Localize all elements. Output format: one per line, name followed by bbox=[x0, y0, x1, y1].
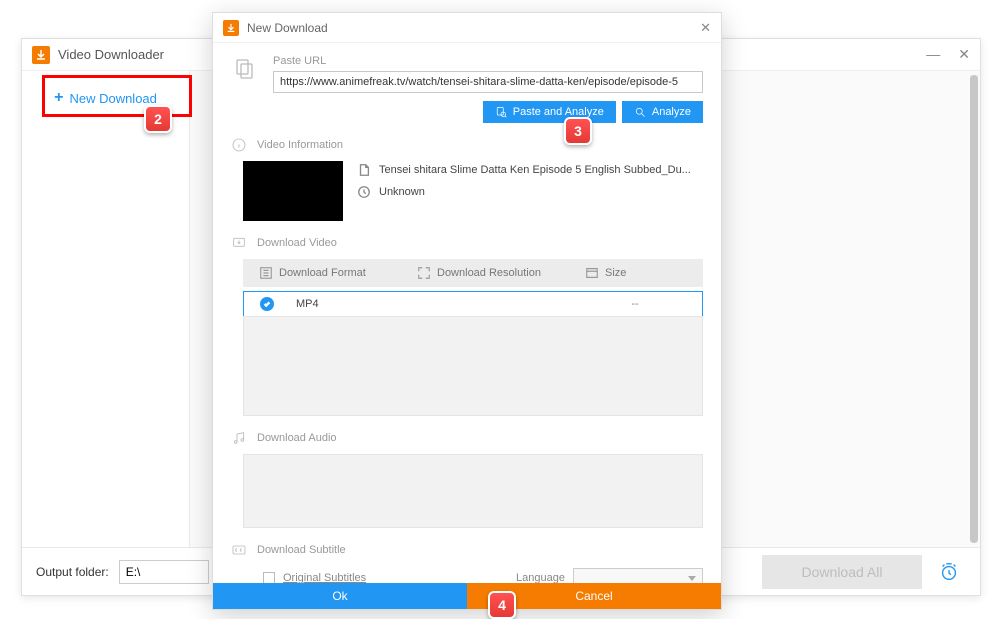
plus-icon: + bbox=[54, 89, 63, 107]
video-info-row: Tensei shitara Slime Datta Ken Episode 5… bbox=[243, 161, 703, 221]
download-audio-header: Download Audio bbox=[231, 430, 703, 446]
original-subtitles-checkbox[interactable] bbox=[263, 572, 275, 583]
format-icon bbox=[259, 266, 273, 280]
sidebar: + New Download 2 bbox=[22, 71, 190, 547]
magnify-icon bbox=[634, 106, 646, 118]
scrollbar-thumb[interactable] bbox=[970, 75, 978, 543]
music-note-icon bbox=[231, 430, 247, 446]
annotation-badge-4: 4 bbox=[488, 591, 516, 619]
dialog-body: Paste URL Paste and Analyze Analyze Vide… bbox=[213, 43, 721, 583]
download-video-header: Download Video bbox=[231, 235, 703, 251]
output-folder-label: Output folder: bbox=[36, 565, 109, 579]
paste-and-analyze-button[interactable]: Paste and Analyze bbox=[483, 101, 616, 123]
ok-button[interactable]: Ok bbox=[213, 583, 467, 609]
dialog-title: New Download bbox=[247, 21, 700, 35]
download-audio-list bbox=[243, 454, 703, 528]
video-duration-line: Unknown bbox=[357, 185, 703, 199]
info-icon bbox=[231, 137, 247, 153]
minimize-icon[interactable]: — bbox=[926, 46, 940, 63]
download-video-icon bbox=[231, 235, 247, 251]
check-icon bbox=[260, 297, 274, 311]
cc-icon bbox=[231, 542, 247, 558]
paste-url-section: Paste URL Paste and Analyze Analyze bbox=[231, 55, 703, 123]
format-value: MP4 bbox=[296, 298, 424, 310]
video-title-line: Tensei shitara Slime Datta Ken Episode 5… bbox=[357, 163, 703, 177]
video-thumbnail bbox=[243, 161, 343, 221]
annotation-badge-3: 3 bbox=[564, 117, 592, 145]
download-table-header: Download Format Download Resolution Size bbox=[243, 259, 703, 287]
video-info-header: Video Information bbox=[231, 137, 703, 153]
resolution-icon bbox=[417, 266, 431, 280]
paste-url-label: Paste URL bbox=[273, 55, 703, 67]
size-value: -- bbox=[584, 298, 686, 310]
paste-icon bbox=[495, 106, 507, 118]
paste-url-icon bbox=[231, 55, 259, 83]
dialog-titlebar: New Download ✕ bbox=[213, 13, 721, 43]
annotation-badge-2: 2 bbox=[144, 105, 172, 133]
video-duration: Unknown bbox=[379, 186, 425, 198]
output-folder-input[interactable] bbox=[119, 560, 209, 584]
clock-icon bbox=[357, 185, 371, 199]
download-format-row[interactable]: MP4 -- bbox=[243, 291, 703, 317]
dialog-footer: Ok Cancel bbox=[213, 583, 721, 609]
download-subtitle-header: Download Subtitle bbox=[231, 542, 703, 558]
dialog-app-icon bbox=[223, 20, 239, 36]
new-download-label: New Download bbox=[69, 91, 156, 106]
language-label: Language bbox=[516, 572, 565, 583]
size-icon bbox=[585, 266, 599, 280]
dialog-close-icon[interactable]: ✕ bbox=[700, 20, 711, 36]
subtitle-row: Original Subtitles Language bbox=[231, 568, 703, 583]
app-icon bbox=[32, 46, 50, 64]
language-select[interactable] bbox=[573, 568, 703, 583]
document-icon bbox=[357, 163, 371, 177]
new-download-dialog: New Download ✕ Paste URL Paste and Analy… bbox=[212, 12, 722, 610]
download-video-list bbox=[243, 316, 703, 416]
url-input[interactable] bbox=[273, 71, 703, 93]
scheduler-button[interactable] bbox=[932, 555, 966, 589]
scrollbar[interactable] bbox=[970, 75, 978, 543]
analyze-button[interactable]: Analyze bbox=[622, 101, 703, 123]
video-title: Tensei shitara Slime Datta Ken Episode 5… bbox=[379, 164, 691, 176]
close-icon[interactable]: ✕ bbox=[958, 46, 970, 63]
download-all-button[interactable]: Download All bbox=[762, 555, 922, 589]
original-subtitles-label: Original Subtitles bbox=[283, 572, 366, 583]
